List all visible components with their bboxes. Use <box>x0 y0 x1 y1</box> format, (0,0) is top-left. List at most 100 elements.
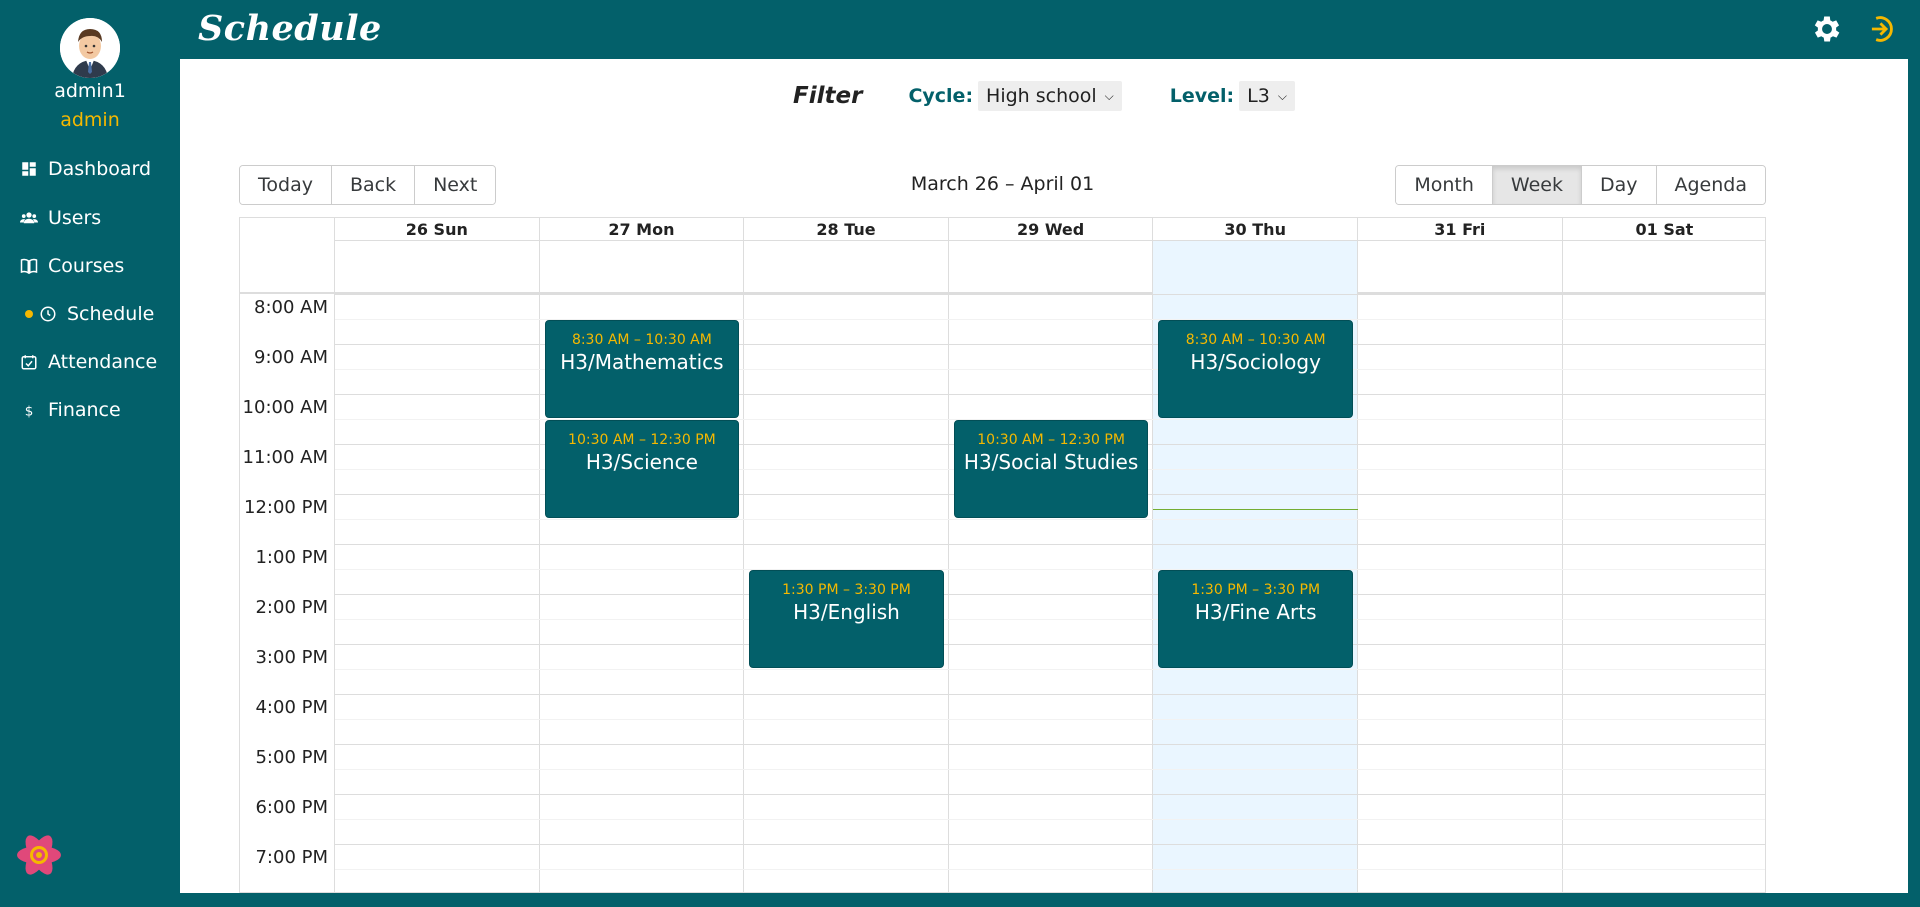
day-header[interactable]: 28 Tue <box>744 218 948 241</box>
avatar[interactable] <box>60 18 120 78</box>
calendar-event[interactable]: 10:30 AM – 12:30 PM H3/Science <box>544 420 740 518</box>
week-view-button[interactable]: Week <box>1492 166 1582 204</box>
current-time-indicator <box>1153 509 1358 510</box>
sidebar-item-dashboard[interactable]: Dashboard <box>20 154 151 184</box>
half-hour-line <box>335 869 1765 870</box>
sidebar-item-label: Finance <box>48 399 121 421</box>
sidebar-item-users[interactable]: Users <box>20 203 101 233</box>
cycle-label: Cycle: <box>908 85 974 107</box>
day-view-button[interactable]: Day <box>1581 166 1657 204</box>
event-title: H3/Sociology <box>1190 350 1321 374</box>
hour-line <box>335 744 1765 745</box>
scroll-strip <box>1908 59 1920 801</box>
filter-bar: Filter Cycle: High school ⌵ Level: L3 ⌵ <box>180 81 1908 111</box>
half-hour-line <box>335 719 1765 720</box>
time-label: 4:00 PM <box>255 697 328 718</box>
bottom-bar <box>180 893 1862 907</box>
dollar-icon: $ <box>25 403 34 419</box>
event-time: 10:30 AM – 12:30 PM <box>977 432 1125 448</box>
active-indicator <box>25 310 33 318</box>
gear-icon[interactable] <box>1810 12 1844 46</box>
calendar-event[interactable]: 1:30 PM – 3:30 PM H3/Fine Arts <box>1158 570 1353 668</box>
half-hour-line <box>335 519 1765 520</box>
sidebar-item-label: Dashboard <box>48 158 152 180</box>
sidebar-item-label: Attendance <box>48 351 158 373</box>
today-button[interactable]: Today <box>240 166 332 204</box>
time-label: 10:00 AM <box>242 397 328 418</box>
day-header[interactable]: 30 Thu <box>1153 218 1357 241</box>
calendar-event[interactable]: 8:30 AM – 10:30 AM H3/Mathematics <box>544 320 740 418</box>
avatar-icon <box>60 18 120 78</box>
time-label: 5:00 PM <box>255 747 328 768</box>
level-value: L3 <box>1247 85 1270 107</box>
calendar-event[interactable]: 1:30 PM – 3:30 PM H3/English <box>749 570 944 668</box>
logout-icon[interactable] <box>1862 12 1896 46</box>
hour-line <box>335 694 1765 695</box>
half-hour-line <box>335 819 1765 820</box>
day-header[interactable]: 01 Sat <box>1562 218 1765 241</box>
level-label: Level: <box>1169 85 1235 107</box>
event-title: H3/Mathematics <box>560 350 724 374</box>
hour-line <box>335 544 1765 545</box>
sidebar-item-label: Schedule <box>67 303 155 325</box>
day-header[interactable]: 27 Mon <box>539 218 744 241</box>
sidebar-item-label: Courses <box>48 255 125 277</box>
hour-line <box>335 644 1765 645</box>
week-calendar: 8:00 AM 9:00 AM 10:00 AM 11:00 AM 12:00 PM 1:… <box>239 217 1766 893</box>
user-role: admin <box>60 109 120 131</box>
day-header[interactable]: 31 Fri <box>1358 218 1562 241</box>
clock-icon <box>40 306 56 322</box>
half-hour-line <box>335 619 1765 620</box>
half-hour-line <box>335 769 1765 770</box>
hour-line <box>335 844 1765 845</box>
event-time: 8:30 AM – 10:30 AM <box>1185 332 1326 348</box>
time-label: 2:00 PM <box>255 597 328 618</box>
cycle-value: High school <box>986 85 1097 107</box>
svg-text:$: $ <box>25 403 34 419</box>
cycle-select[interactable]: High school ⌵ <box>978 81 1122 111</box>
event-time: 10:30 AM – 12:30 PM <box>568 432 716 448</box>
event-time: 1:30 PM – 3:30 PM <box>782 582 911 598</box>
event-title: H3/English <box>793 600 900 624</box>
sidebar-item-schedule[interactable]: Schedule <box>20 299 154 329</box>
time-label: 9:00 AM <box>254 347 328 368</box>
event-time: 8:30 AM – 10:30 AM <box>571 332 712 348</box>
agenda-view-button[interactable]: Agenda <box>1656 166 1765 204</box>
day-header[interactable]: 26 Sun <box>335 218 539 241</box>
event-title: H3/Science <box>585 450 698 474</box>
back-button[interactable]: Back <box>331 166 416 204</box>
day-header[interactable]: 29 Wed <box>948 218 1153 241</box>
calendar-event[interactable]: 10:30 AM – 12:30 PM H3/Social Studies <box>953 420 1149 518</box>
sidebar: admin1 admin Dashboard Users Courses Sch… <box>0 0 180 907</box>
time-label: 7:00 PM <box>255 847 328 868</box>
hour-line <box>335 594 1765 595</box>
time-label: 11:00 AM <box>242 447 328 468</box>
time-label: 12:00 PM <box>244 497 328 518</box>
time-label: 6:00 PM <box>255 797 328 818</box>
half-hour-line <box>335 669 1765 670</box>
hour-line <box>335 794 1765 795</box>
username: admin1 <box>54 80 126 102</box>
nav-button-group: Today Back Next <box>239 165 497 205</box>
page-title: Schedule <box>198 8 382 49</box>
event-title: H3/Social Studies <box>963 450 1139 474</box>
sidebar-item-finance[interactable]: $ Finance <box>20 395 121 425</box>
users-icon <box>20 212 38 224</box>
sidebar-item-attendance[interactable]: Attendance <box>20 347 157 377</box>
time-label: 8:00 AM <box>254 297 328 318</box>
calendar-check-icon <box>21 355 37 370</box>
sidebar-item-label: Users <box>48 207 102 229</box>
chevron-down-icon: ⌵ <box>1277 88 1287 103</box>
calendar-toolbar: March 26 – April 01 Today Back Next Mont… <box>239 165 1766 205</box>
hour-line <box>335 294 1765 295</box>
calendar-event[interactable]: 8:30 AM – 10:30 AM H3/Sociology <box>1158 320 1353 418</box>
month-view-button[interactable]: Month <box>1396 166 1493 204</box>
view-button-group: Month Week Day Agenda <box>1395 165 1766 205</box>
filter-title: Filter <box>793 83 863 109</box>
time-gutter: 8:00 AM 9:00 AM 10:00 AM 11:00 AM 12:00 PM 1:… <box>240 218 335 892</box>
app-logo-icon <box>17 835 61 875</box>
next-button[interactable]: Next <box>415 166 496 204</box>
sidebar-item-courses[interactable]: Courses <box>20 251 124 281</box>
level-select[interactable]: L3 ⌵ <box>1239 81 1295 111</box>
time-label: 1:00 PM <box>255 547 328 568</box>
